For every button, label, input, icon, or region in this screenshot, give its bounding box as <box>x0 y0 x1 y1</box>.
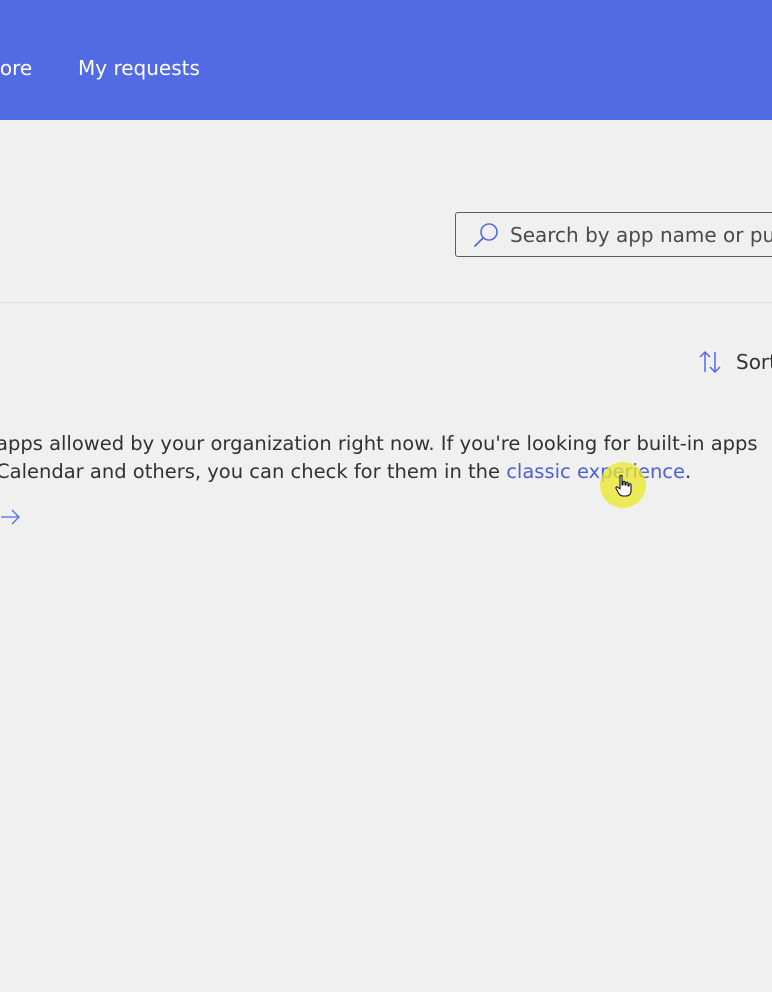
search-input[interactable] <box>510 213 772 256</box>
section-divider <box>0 302 772 303</box>
message-line-1: apps allowed by your organization right … <box>0 432 758 455</box>
sort-icon <box>699 350 721 374</box>
message-line-2: Calendar and others, you can check for t… <box>0 458 756 486</box>
nav-item-store[interactable]: tore <box>0 54 32 82</box>
message-line-2-prefix: Calendar and others, you can check for t… <box>0 460 507 483</box>
arrow-right-icon[interactable] <box>0 506 22 528</box>
message-line-2-suffix: . <box>685 460 692 483</box>
search-box[interactable] <box>455 212 772 257</box>
empty-state-message: apps allowed by your organization right … <box>0 430 758 486</box>
nav-item-my-requests[interactable]: My requests <box>78 54 200 82</box>
sort-label: Sort <box>736 350 772 374</box>
search-icon <box>474 223 498 247</box>
classic-experience-link[interactable]: classic experience <box>506 460 685 483</box>
top-header: tore My requests <box>0 0 772 120</box>
